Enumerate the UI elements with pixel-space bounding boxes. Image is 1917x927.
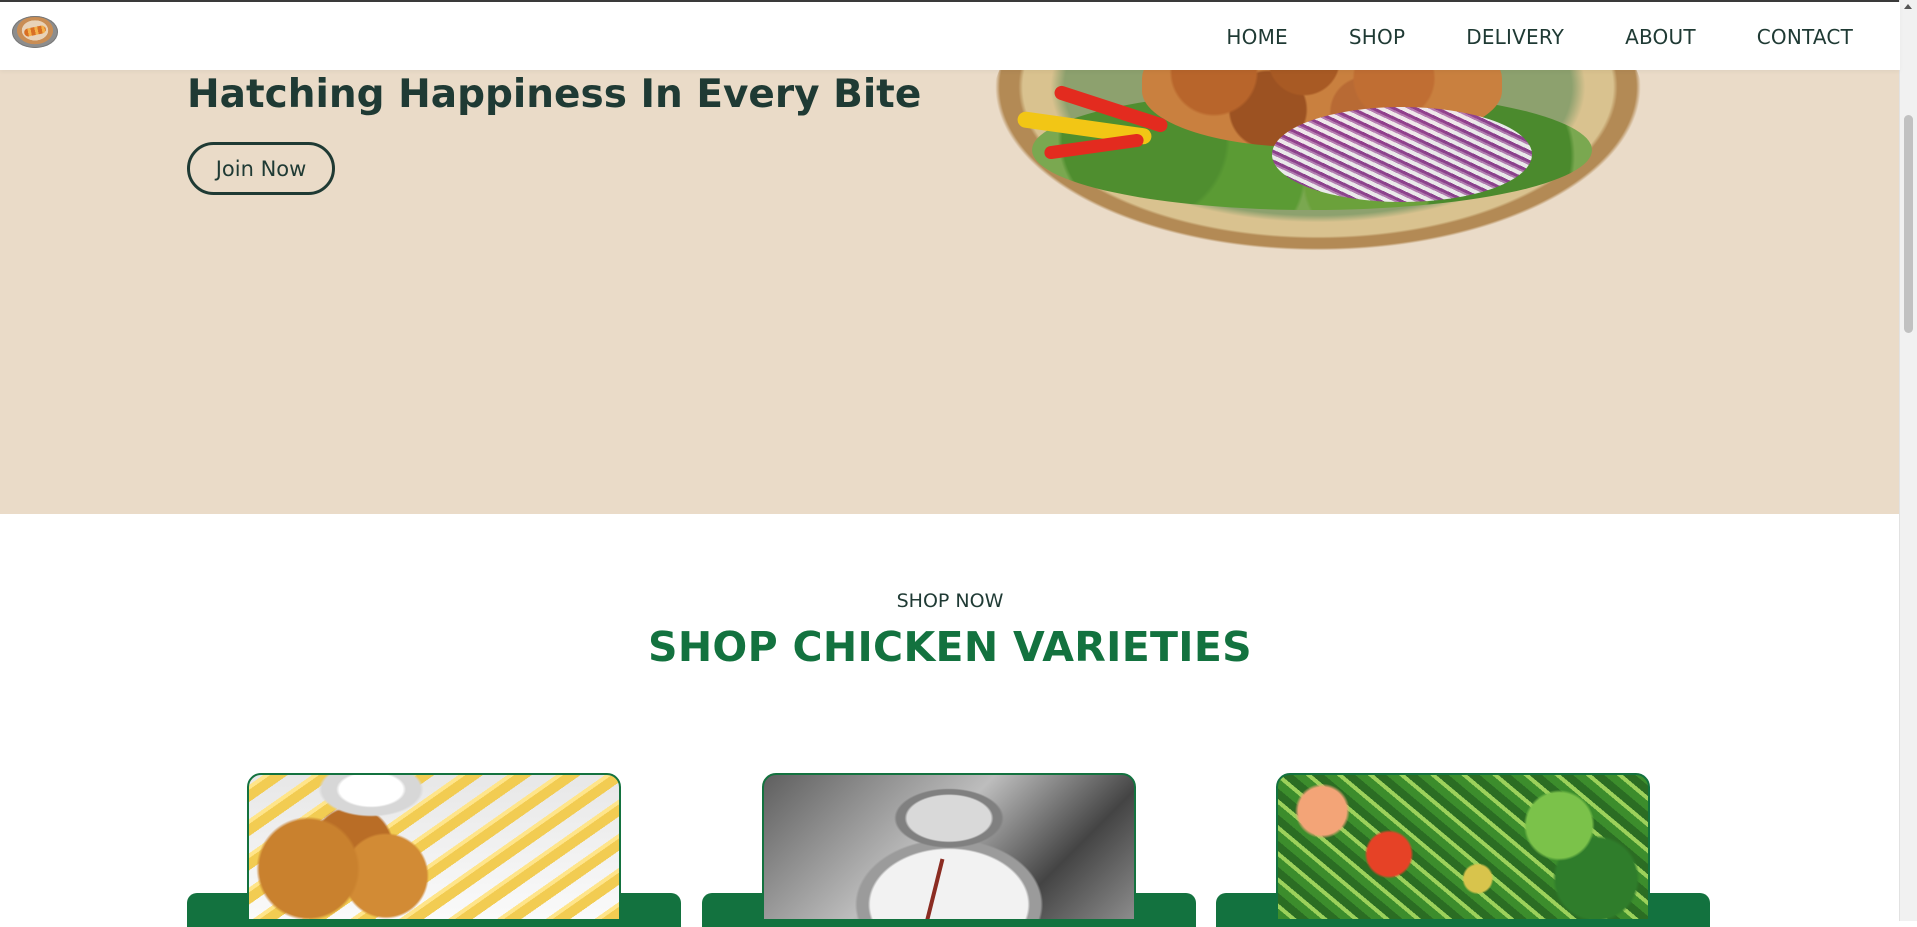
- shop-section-title: SHOP CHICKEN VARIETIES: [647, 623, 1252, 671]
- nav-home-link[interactable]: HOME: [1226, 22, 1287, 52]
- fried-chicken-plate-image: [992, 70, 1644, 252]
- hero-title: Hatching Happiness In Every Bite: [187, 72, 922, 117]
- purple-cabbage-slaw: [1272, 107, 1532, 202]
- product-card-nuggets[interactable]: [187, 773, 681, 927]
- nav-shop-link[interactable]: SHOP: [1349, 22, 1405, 52]
- nav-contact-link[interactable]: CONTACT: [1757, 22, 1853, 52]
- nav-delivery-link[interactable]: DELIVERY: [1466, 22, 1564, 52]
- product-card-salad[interactable]: [1216, 773, 1710, 927]
- main-navigation: HOME SHOP DELIVERY ABOUT CONTACT: [1226, 22, 1853, 52]
- scroll-up-arrow-icon[interactable]: [1904, 4, 1912, 9]
- page-scrollbar[interactable]: [1899, 0, 1917, 921]
- chicken-nuggets-fries-image[interactable]: [247, 773, 621, 921]
- product-card-table-setting[interactable]: [702, 773, 1196, 927]
- top-navigation-bar: HOME SHOP DELIVERY ABOUT CONTACT: [0, 2, 1900, 70]
- join-now-button[interactable]: Join Now: [187, 142, 335, 195]
- shop-section-subtitle: SHOP NOW: [896, 590, 1004, 612]
- black-white-table-setting-image[interactable]: [762, 773, 1136, 921]
- fresh-salad-image[interactable]: [1276, 773, 1650, 921]
- hero-section: Hatching Happiness In Every Bite Join No…: [0, 70, 1900, 514]
- fried-chicken-plate-logo-icon[interactable]: [12, 16, 58, 48]
- nav-about-link[interactable]: ABOUT: [1625, 22, 1696, 52]
- scrollbar-thumb[interactable]: [1904, 115, 1913, 333]
